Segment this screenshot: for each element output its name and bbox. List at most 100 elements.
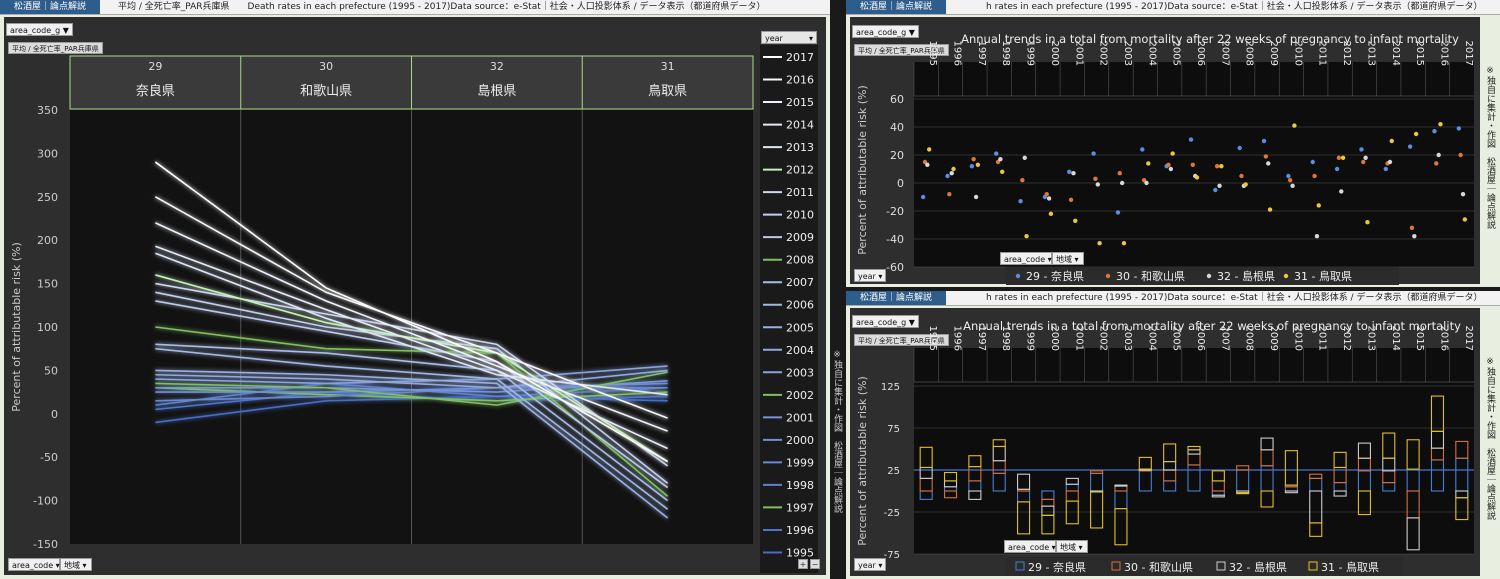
scatter-point[interactable]	[1048, 211, 1054, 216]
scatter-point[interactable]	[1409, 225, 1415, 230]
x-year-label[interactable]: 2009	[1268, 41, 1279, 66]
area-code-dropdown[interactable]: area_code ▾	[8, 558, 60, 571]
scatter-point[interactable]	[1091, 151, 1096, 156]
scatter-point[interactable]	[1460, 192, 1466, 197]
scatter-point[interactable]	[1438, 122, 1443, 127]
scatter-point[interactable]	[1434, 161, 1439, 166]
legend-year-2016[interactable]: 2016	[786, 74, 814, 87]
scatter-point[interactable]	[1044, 192, 1049, 197]
scatter-point[interactable]	[1363, 155, 1368, 160]
x-year-label[interactable]: 2002	[1098, 326, 1109, 351]
scatter-point[interactable]	[998, 157, 1003, 162]
legend-label[interactable]: 29 - 奈良県	[1028, 560, 1086, 574]
x-year-label[interactable]: 2014	[1390, 326, 1401, 351]
x-year-label[interactable]: 2008	[1244, 326, 1255, 351]
legend-label[interactable]: 30 - 和歌山県	[1116, 269, 1185, 283]
scatter-point[interactable]	[1339, 189, 1344, 194]
scatter-point[interactable]	[1407, 144, 1413, 149]
x-year-label[interactable]: 1997	[976, 41, 987, 66]
scatter-point[interactable]	[969, 164, 975, 169]
x-year-label[interactable]: 2012	[1341, 326, 1352, 351]
area-code-dropdown[interactable]: area_code ▾	[1000, 252, 1052, 265]
scatter-point[interactable]	[1359, 147, 1364, 152]
x-year-label[interactable]: 2005	[1171, 41, 1182, 66]
x-year-label[interactable]: 2007	[1219, 41, 1230, 66]
legend-year-1996[interactable]: 1996	[786, 524, 814, 537]
scatter-point[interactable]	[1340, 155, 1346, 160]
x-year-label[interactable]: 1997	[976, 326, 987, 351]
x-year-label[interactable]: 2013	[1365, 326, 1376, 351]
area-code-dropdown[interactable]: area_code ▾	[1004, 540, 1056, 553]
scatter-point[interactable]	[1290, 183, 1295, 188]
legend-year-2013[interactable]: 2013	[786, 141, 814, 154]
column-prefecture[interactable]: 鳥取県	[648, 84, 687, 99]
scatter-point[interactable]	[975, 162, 981, 167]
scatter-point[interactable]	[1071, 171, 1076, 176]
scatter-point[interactable]	[926, 147, 932, 152]
scatter-point[interactable]	[1267, 207, 1273, 212]
legend-label[interactable]: 32 - 島根県	[1217, 269, 1275, 283]
scatter-point[interactable]	[1287, 178, 1293, 183]
x-year-label[interactable]: 2009	[1268, 326, 1279, 351]
scatter-point[interactable]	[1097, 241, 1102, 246]
x-year-label[interactable]: 2016	[1438, 41, 1449, 66]
scatter-point[interactable]	[1239, 173, 1244, 179]
x-year-label[interactable]: 2001	[1073, 41, 1084, 66]
scatter-point[interactable]	[1119, 180, 1125, 186]
x-year-label[interactable]: 2004	[1146, 326, 1157, 351]
legend-label[interactable]: 31 - 鳥取県	[1321, 560, 1379, 574]
scatter-point[interactable]	[1190, 162, 1195, 167]
x-year-label[interactable]: 2007	[1219, 326, 1230, 351]
scatter-point[interactable]	[1436, 152, 1441, 158]
scatter-point[interactable]	[949, 171, 954, 176]
x-year-label[interactable]: 2010	[1292, 41, 1303, 66]
scatter-point[interactable]	[1292, 123, 1297, 128]
scatter-point[interactable]	[1144, 180, 1149, 186]
scatter-point[interactable]	[1214, 164, 1220, 169]
legend-year-2000[interactable]: 2000	[786, 434, 814, 447]
column-prefecture[interactable]: 和歌山県	[300, 84, 352, 99]
region-dropdown[interactable]: 地域 ▾	[1056, 540, 1088, 553]
legend-year-2009[interactable]: 2009	[786, 231, 814, 244]
scatter-point[interactable]	[951, 166, 956, 172]
legend-year-2014[interactable]: 2014	[786, 119, 814, 132]
region-dropdown[interactable]: 地域 ▾	[1052, 252, 1084, 265]
legend-year-2011[interactable]: 2011	[786, 186, 814, 199]
x-year-label[interactable]: 2000	[1049, 41, 1060, 66]
column-prefecture[interactable]: 奈良県	[136, 83, 175, 99]
scatter-point[interactable]	[1093, 176, 1098, 181]
x-year-label[interactable]: 2011	[1317, 326, 1328, 351]
scatter-point[interactable]	[1018, 199, 1023, 204]
x-year-label[interactable]: 2015	[1414, 326, 1425, 351]
legend-label[interactable]: 31 - 鳥取県	[1294, 269, 1352, 283]
scatter-point[interactable]	[1073, 218, 1078, 223]
scatter-point[interactable]	[1456, 126, 1462, 131]
scatter-point[interactable]	[1387, 159, 1393, 165]
legend-year-2002[interactable]: 2002	[786, 389, 814, 402]
scatter-point[interactable]	[1117, 171, 1122, 176]
scatter-point[interactable]	[1314, 234, 1320, 239]
scatter-point[interactable]	[1121, 241, 1127, 246]
legend-year-1999[interactable]: 1999	[786, 456, 814, 469]
scatter-point[interactable]	[920, 194, 926, 200]
x-year-label[interactable]: 2015	[1414, 41, 1425, 66]
legend-year-2015[interactable]: 2015	[786, 96, 814, 109]
scatter-point[interactable]	[1194, 175, 1200, 180]
scatter-point[interactable]	[994, 151, 999, 156]
legend-year-2005[interactable]: 2005	[786, 321, 814, 334]
legend-year-2006[interactable]: 2006	[786, 299, 814, 312]
scatter-point[interactable]	[1266, 161, 1271, 166]
scatter-point[interactable]	[1243, 182, 1248, 187]
x-year-label[interactable]: 2017	[1463, 326, 1474, 351]
scatter-point[interactable]	[1261, 138, 1267, 144]
scatter-point[interactable]	[1336, 155, 1342, 160]
scatter-point[interactable]	[1334, 166, 1340, 172]
region-dropdown[interactable]: 地域 ▾	[60, 558, 92, 571]
column-code[interactable]: 29	[148, 60, 162, 73]
scatter-point[interactable]	[1413, 131, 1419, 137]
x-year-label[interactable]: 2005	[1171, 326, 1182, 351]
x-year-label[interactable]: 2012	[1341, 41, 1352, 66]
scatter-point[interactable]	[1458, 152, 1463, 158]
scatter-point[interactable]	[1000, 169, 1005, 174]
x-year-label[interactable]: 2003	[1122, 41, 1133, 66]
